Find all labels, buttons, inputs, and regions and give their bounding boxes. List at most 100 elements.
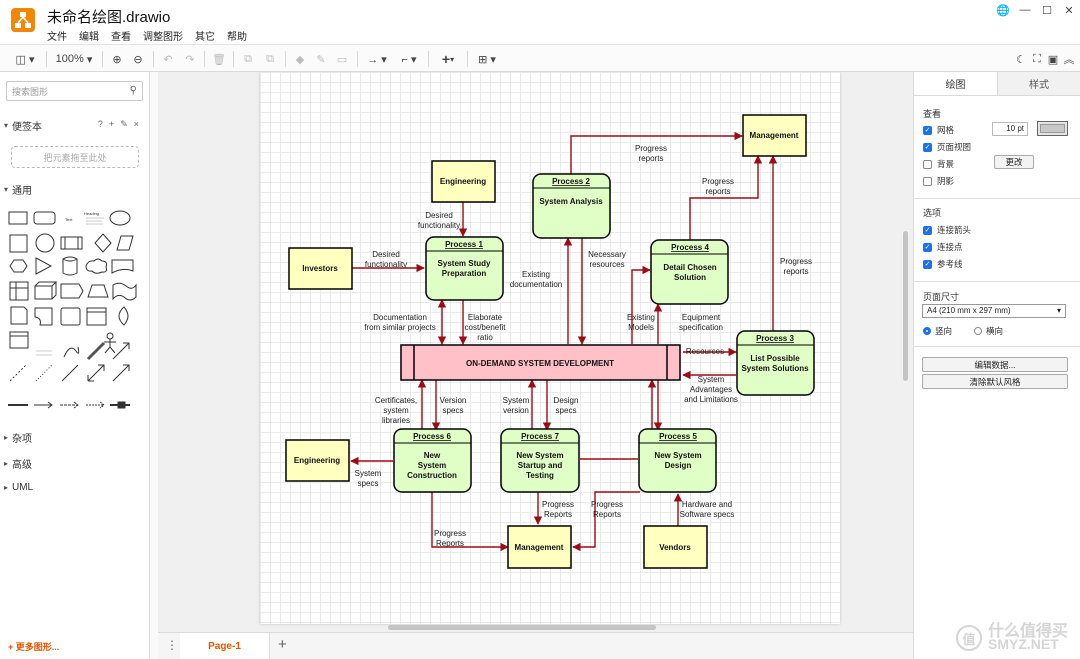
- menu-arrange[interactable]: 调整图形: [143, 28, 183, 43]
- format-panel-icon[interactable]: ▣: [1046, 49, 1060, 69]
- panel-layout-icon[interactable]: ◫ ▾: [12, 49, 38, 69]
- node-process-4[interactable]: Process 4 Detail Chosen Solution: [650, 239, 729, 305]
- node-process-3[interactable]: Process 3 List Possible System Solutions: [736, 330, 815, 396]
- add-page-icon[interactable]: +: [278, 636, 287, 653]
- connection-points-checkbox-row[interactable]: ✓ 连接点: [923, 241, 963, 253]
- node-engineering-left[interactable]: Engineering: [285, 439, 350, 482]
- check-icon: ✓: [923, 225, 932, 235]
- edge-label: specification: [679, 323, 723, 332]
- scratchpad-close-icon[interactable]: ×: [134, 119, 139, 130]
- scratchpad-dropzone[interactable]: 把元素拖至此处: [11, 146, 139, 168]
- check-icon: ✓: [923, 125, 932, 135]
- menu-file[interactable]: 文件: [47, 28, 67, 43]
- scratchpad-edit-icon[interactable]: ✎: [120, 119, 128, 130]
- zoom-select[interactable]: 100% ▾: [54, 49, 94, 69]
- pages-menu-icon[interactable]: ⋮: [166, 638, 178, 652]
- fill-color-icon[interactable]: ◆: [292, 49, 308, 69]
- menu-edit[interactable]: 编辑: [79, 28, 99, 43]
- waypoints-icon[interactable]: ⌐ ▾: [396, 49, 422, 69]
- process-body: System Analysis: [539, 197, 603, 206]
- more-shapes-link[interactable]: + 更多图形...: [8, 640, 59, 653]
- node-vendors[interactable]: Vendors: [643, 525, 708, 569]
- delete-icon[interactable]: 🗑: [211, 49, 227, 69]
- window-title: 未命名绘图.drawio: [47, 9, 171, 26]
- grid-checkbox-row[interactable]: ✓ 网格: [923, 124, 954, 136]
- misc-section-header[interactable]: ▸ 杂项: [0, 427, 150, 447]
- node-process-2[interactable]: Process 2 System Analysis: [532, 173, 611, 239]
- search-icon[interactable]: ⚲: [130, 85, 137, 96]
- shadow-icon[interactable]: ▭: [334, 49, 350, 69]
- landscape-radio-row[interactable]: 横向: [974, 325, 1003, 337]
- table-icon[interactable]: ⊞ ▾: [474, 49, 500, 69]
- clear-default-style-button[interactable]: 清除默认风格: [922, 374, 1068, 389]
- fullscreen-icon[interactable]: ⛶: [1030, 49, 1044, 69]
- close-button[interactable]: ✕: [1058, 0, 1080, 20]
- process-header: Process 1: [445, 240, 483, 249]
- node-process-7[interactable]: Process 7 New System Startup and Testing: [500, 428, 580, 493]
- horizontal-scrollbar[interactable]: [388, 625, 656, 630]
- menu-help[interactable]: 帮助: [227, 28, 247, 43]
- undo-icon[interactable]: ↶: [160, 49, 176, 69]
- node-investors[interactable]: Investors: [288, 247, 353, 290]
- diagram-drawing[interactable]: Progress reports Progress reports Progress…: [260, 72, 840, 624]
- edge-label: ratio: [477, 333, 493, 342]
- page-tab[interactable]: Page-1: [180, 633, 270, 659]
- connection-style-icon[interactable]: → ▾: [364, 49, 390, 69]
- insert-plus-icon[interactable]: + ▾: [435, 49, 461, 69]
- options-section-title: 选项: [923, 208, 942, 218]
- collapse-icon[interactable]: ︽: [1062, 49, 1076, 69]
- background-checkbox-row[interactable]: 背景: [923, 158, 954, 170]
- language-globe-icon[interactable]: 🌐: [992, 0, 1014, 20]
- menu-view[interactable]: 查看: [111, 28, 131, 43]
- node-label: ON-DEMAND SYSTEM DEVELOPMENT: [466, 359, 614, 368]
- page-view-checkbox-row[interactable]: ✓ 页面视图: [923, 141, 971, 153]
- portrait-radio-row[interactable]: 竖向: [923, 325, 952, 337]
- scratchpad-help-icon[interactable]: ?: [98, 119, 103, 130]
- maximize-button[interactable]: ☐: [1036, 0, 1058, 20]
- minimize-button[interactable]: —: [1014, 0, 1036, 20]
- advanced-section-header[interactable]: ▸ 高级: [0, 453, 150, 473]
- node-management-bottom[interactable]: Management: [507, 525, 572, 569]
- tab-diagram[interactable]: 绘图: [914, 72, 997, 96]
- zoom-out-icon[interactable]: ⊖: [130, 49, 146, 69]
- node-management-top[interactable]: Management: [742, 114, 807, 157]
- node-process-6[interactable]: Process 6 New System Construction: [393, 428, 472, 493]
- diagram-canvas[interactable]: Progress reports Progress reports Progress…: [158, 72, 913, 632]
- sidebar-splitter[interactable]: [150, 72, 158, 659]
- svg-text:ExistingModels: Existing Models: [627, 313, 655, 332]
- dark-mode-icon[interactable]: ☾: [1014, 49, 1028, 69]
- grid-color-swatch[interactable]: [1037, 121, 1068, 136]
- paper-size-select[interactable]: A4 (210 mm x 297 mm) ▾: [922, 304, 1066, 318]
- tab-style[interactable]: 样式: [997, 72, 1080, 96]
- svg-text:Certificates,systemlibraries: Certificates, system libraries: [375, 396, 417, 425]
- diagram-page[interactable]: Progress reports Progress reports Progress…: [260, 72, 840, 624]
- node-process-1[interactable]: Process 1 System Study Preparation: [425, 236, 504, 301]
- vertical-scrollbar[interactable]: [903, 231, 908, 381]
- edit-data-button[interactable]: 编辑数据...: [922, 357, 1068, 372]
- zoom-in-icon[interactable]: ⊕: [109, 49, 125, 69]
- general-section-header[interactable]: ▾ 通用: [0, 179, 150, 199]
- process-header: Process 5: [659, 432, 697, 441]
- shape-search-input[interactable]: 搜索图形 ⚲: [6, 81, 143, 101]
- connection-arrows-checkbox-row[interactable]: ✓ 连接箭头: [923, 224, 971, 236]
- radio-selected-icon: [923, 327, 931, 335]
- change-background-button[interactable]: 更改: [994, 155, 1034, 169]
- edge-label: System: [503, 396, 530, 405]
- guides-checkbox-row[interactable]: ✓ 参考线: [923, 258, 963, 270]
- node-engineering-top[interactable]: Engineering: [431, 160, 496, 203]
- redo-icon[interactable]: ↷: [182, 49, 198, 69]
- to-front-icon[interactable]: ⧉: [240, 49, 256, 69]
- node-central-system[interactable]: ON-DEMAND SYSTEM DEVELOPMENT: [400, 344, 681, 381]
- title-bar: 未命名绘图.drawio 文件 编辑 查看 调整图形 其它 帮助 🌐 — ☐ ✕: [0, 0, 1080, 44]
- shadow-checkbox-row[interactable]: 阴影: [923, 175, 954, 187]
- general-shapes-palette[interactable]: Text Heading: [6, 205, 144, 415]
- uml-section-header[interactable]: ▸ UML: [0, 477, 150, 497]
- node-process-5[interactable]: Process 5 New System Design: [638, 428, 717, 493]
- menu-extras[interactable]: 其它: [195, 28, 215, 43]
- to-back-icon[interactable]: ⧉: [262, 49, 278, 69]
- edge-label: Reports: [593, 510, 621, 519]
- line-color-icon[interactable]: ✎: [313, 49, 329, 69]
- grid-size-input[interactable]: 10 pt: [992, 122, 1028, 136]
- scratchpad-add-icon[interactable]: +: [109, 119, 114, 130]
- svg-text:SystemAdvantagesand Limitation: System Advantages and Limitations: [684, 375, 738, 404]
